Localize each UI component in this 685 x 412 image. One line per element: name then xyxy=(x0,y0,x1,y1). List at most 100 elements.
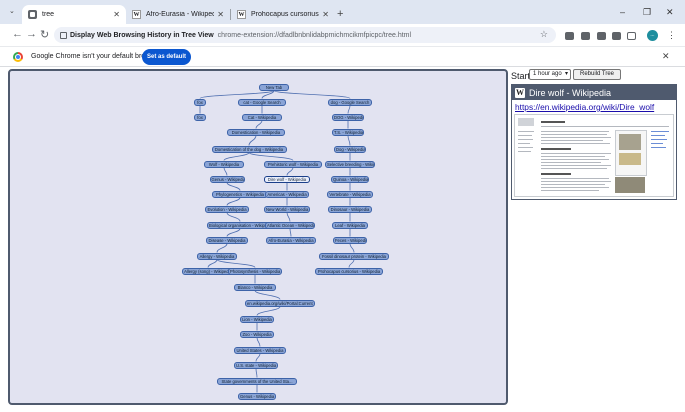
tab-afro-eurasia[interactable]: W Afro-Eurasia - Wikipedia ✕ xyxy=(126,5,230,24)
tree-node[interactable]: State governments of the United Sta... xyxy=(217,377,297,385)
tab-title: Afro-Eurasia - Wikipedia xyxy=(146,11,215,18)
close-icon[interactable]: ✕ xyxy=(113,10,120,19)
extensions-puzzle-icon[interactable] xyxy=(627,32,636,40)
tree-edge xyxy=(226,212,241,222)
set-as-default-button[interactable]: Set as default xyxy=(142,49,191,65)
tree-node[interactable]: Allergy (song) - Wikipedia xyxy=(182,267,234,275)
tree-node[interactable]: Genus - Wikipedia xyxy=(238,392,276,400)
tree-node[interactable]: Fossil dinosaur protein - Wikipedia xyxy=(319,252,389,260)
tree-node[interactable]: Selective breeding - Wikipedia xyxy=(325,160,375,168)
tree-node[interactable]: Dog - Wikipedia xyxy=(334,145,366,153)
tree-node[interactable]: Lion - Wikipedia xyxy=(240,315,274,323)
tree-node[interactable]: Zoo - Wikipedia xyxy=(240,330,274,338)
bookmark-star-icon[interactable]: ☆ xyxy=(540,29,548,40)
page-content: New Tab fox fox cat - Google Search Cat - Wi… xyxy=(0,67,685,412)
tree-node[interactable]: Evolution - Wikipedia xyxy=(205,205,249,213)
extension-chip-label: Display Web Browsing History in Tree Vie… xyxy=(70,31,214,39)
thumb-sidebar-line xyxy=(518,143,530,144)
extension-icon[interactable] xyxy=(581,32,590,40)
tree-node[interactable]: Leaf - Wikipedia xyxy=(332,221,368,229)
back-arrow-icon[interactable]: ← xyxy=(12,28,23,40)
wikipedia-icon: W xyxy=(237,10,246,19)
tree-edge xyxy=(216,259,256,268)
tree-edge xyxy=(273,90,351,99)
thumb-sidebar-line xyxy=(518,131,534,132)
tree-node[interactable]: T.S. - Wikipedia xyxy=(332,128,364,136)
tree-node[interactable]: Phylogenetics - Wikipedia xyxy=(212,190,268,198)
tab-search-chevron-icon[interactable]: ⌄ xyxy=(9,7,15,15)
forward-arrow-icon[interactable]: → xyxy=(26,28,37,40)
tree-node[interactable]: DOG - Wikipedia xyxy=(332,113,364,121)
tab-prohocapus[interactable]: W Prohocapus cursorius - Wikip ✕ xyxy=(231,5,335,24)
tree-node[interactable]: Biological organisation - Wikipedia xyxy=(207,221,273,229)
start-select[interactable]: 1 hour ago xyxy=(529,69,571,80)
tree-node[interactable]: Afro-Eurasia - Wikipedia xyxy=(266,236,316,244)
thumb-text-line xyxy=(541,187,609,188)
menu-kebab-icon[interactable]: ⋮ xyxy=(667,30,676,41)
tree-node[interactable]: Prehistoric wolf - Wikipedia xyxy=(264,160,322,168)
tree-node[interactable]: Domestication - Wikipedia xyxy=(227,128,285,136)
tree-edge xyxy=(223,152,250,161)
tree-node[interactable]: Americas - Wikipedia xyxy=(265,190,309,198)
thumb-text-line xyxy=(541,165,611,166)
tree-node[interactable]: fox xyxy=(194,113,206,121)
maximize-icon[interactable]: ❐ xyxy=(643,7,651,18)
close-icon[interactable]: ✕ xyxy=(322,10,329,19)
tree-node[interactable]: Disease - Wikipedia xyxy=(206,236,248,244)
tree-node[interactable]: Genus - Wikipedia xyxy=(209,175,245,183)
history-tree-panel[interactable]: New Tab fox fox cat - Google Search Cat - Wi… xyxy=(8,69,508,405)
tree-node[interactable]: Prohocapus cursorius - Wikipedia xyxy=(315,267,383,275)
infobar-message: Google Chrome isn't your default browser xyxy=(31,53,160,60)
close-icon[interactable]: ✕ xyxy=(662,51,670,62)
tree-node[interactable]: United States - Wikipedia xyxy=(234,346,286,354)
window-close-icon[interactable]: ✕ xyxy=(666,7,674,18)
tree-node[interactable]: Atlantic Ocean - Wikipedia xyxy=(265,221,315,229)
extension-icon[interactable] xyxy=(565,32,574,40)
address-bar[interactable]: Display Web Browsing History in Tree Vie… xyxy=(54,27,556,43)
thumb-text-line xyxy=(541,156,605,157)
preview-link[interactable]: https://en.wikipedia.org/wiki/Dire_wolf xyxy=(512,100,676,112)
tree-edge xyxy=(256,306,281,316)
tree-node[interactable]: Dire wolf - Wikipedia xyxy=(264,175,310,183)
tree-node[interactable]: Vertebrate - Wikipedia xyxy=(327,190,373,198)
tree-node[interactable]: Cat - Wikipedia xyxy=(242,113,282,121)
wikipedia-icon: W xyxy=(132,10,141,19)
thumb-text-line xyxy=(541,168,607,169)
tree-edge xyxy=(347,105,351,114)
tree-edge xyxy=(255,120,263,129)
tree-node[interactable]: dog - Google Search xyxy=(328,98,372,106)
tree-node[interactable]: Blanco - Wikipedia xyxy=(234,283,276,291)
profile-avatar[interactable]: ... xyxy=(647,30,658,41)
minimize-icon[interactable]: – xyxy=(620,7,625,17)
tree-node[interactable]: en.wikipedia.org/wiki/Portal:Current_eve… xyxy=(245,299,315,307)
preview-title: Dire wolf - Wikipedia xyxy=(529,87,612,98)
tree-node[interactable]: Domestication of the dog - Wikipedia xyxy=(211,145,287,153)
extension-page-icon xyxy=(60,31,67,39)
tree-node[interactable]: New Tab xyxy=(259,83,289,91)
tree-node[interactable]: Photosynthesis - Wikipedia xyxy=(228,267,282,275)
rebuild-tree-button[interactable]: Rebuild Tree xyxy=(573,69,621,80)
thumb-infobox-image xyxy=(619,134,641,150)
extension-icon[interactable] xyxy=(612,32,621,40)
close-icon[interactable]: ✕ xyxy=(217,10,224,19)
thumb-infobox-map xyxy=(619,153,641,165)
tree-node[interactable]: New World - Wikipedia xyxy=(264,205,310,213)
start-label: Start xyxy=(511,71,531,81)
tree-node[interactable]: Dinosaur - Wikipedia xyxy=(328,205,372,213)
tree-node[interactable]: Quinoa - Wikipedia xyxy=(331,175,369,183)
tree-edge xyxy=(289,228,292,237)
tree-node[interactable]: Wolf - Wikipedia xyxy=(204,160,244,168)
tree-node[interactable]: Allergy - Wikipedia xyxy=(197,252,237,260)
reload-icon[interactable]: ↻ xyxy=(40,28,49,41)
extension-icon[interactable] xyxy=(597,32,606,40)
thumb-text-line xyxy=(541,181,611,182)
tree-node[interactable]: U.S. state - Wikipedia xyxy=(234,361,278,369)
tree-node[interactable]: Feces - Wikipedia xyxy=(333,236,367,244)
page-screenshot-thumbnail[interactable] xyxy=(514,114,674,197)
new-tab-plus-icon[interactable]: + xyxy=(337,8,343,20)
tree-edge xyxy=(254,290,281,300)
tree-node[interactable]: fox xyxy=(194,98,206,106)
tab-tree[interactable]: tree ✕ xyxy=(22,5,126,24)
extension-chip[interactable]: Display Web Browsing History in Tree Vie… xyxy=(60,31,214,39)
tree-node[interactable]: cat - Google Search xyxy=(238,98,286,106)
